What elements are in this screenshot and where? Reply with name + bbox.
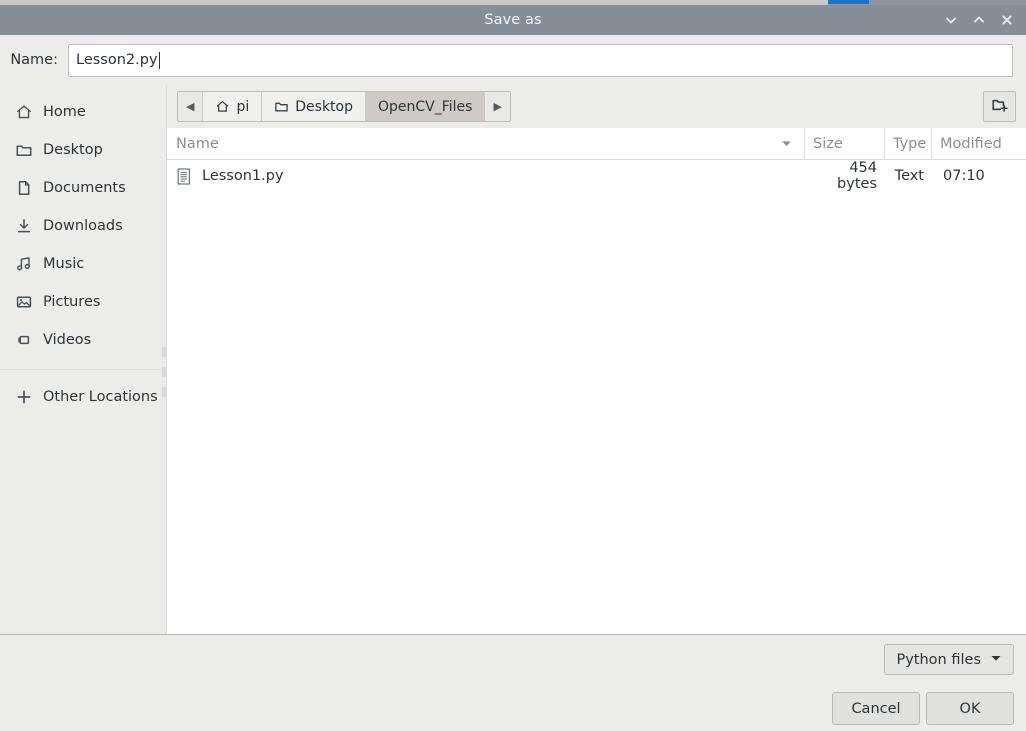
column-header-size[interactable]: Size <box>805 128 885 159</box>
file-modified-cell: 07:10 <box>943 168 985 184</box>
filename-input[interactable]: Lesson2.py <box>68 43 1013 77</box>
filter-row: Python files <box>884 644 1014 675</box>
sidebar-item-label: Other Locations <box>43 389 158 405</box>
breadcrumb: ◀ pi Desktop OpenCV_Files ▶ <box>177 91 511 122</box>
picture-icon <box>14 293 33 312</box>
sidebar-item-desktop[interactable]: Desktop <box>0 131 166 169</box>
filename-input-value: Lesson2.py <box>76 51 158 68</box>
close-button[interactable] <box>994 7 1020 33</box>
minimize-button[interactable] <box>938 7 964 33</box>
video-icon <box>14 331 33 350</box>
dialog-body: Home Desktop Documents Downloads Music P… <box>0 85 1026 634</box>
column-header-label: Type <box>893 135 927 152</box>
create-folder-icon <box>991 96 1009 118</box>
cancel-button[interactable]: Cancel <box>832 692 920 725</box>
file-list: Lesson1.py 454 bytes Text 07:10 <box>167 160 1026 634</box>
column-header-modified[interactable]: Modified <box>932 128 1026 159</box>
sidebar-item-label: Desktop <box>43 142 103 158</box>
sidebar-item-videos[interactable]: Videos <box>0 321 166 359</box>
breadcrumb-label: OpenCV_Files <box>378 98 473 115</box>
places-sidebar: Home Desktop Documents Downloads Music P… <box>0 85 167 634</box>
breadcrumb-label: pi <box>236 98 250 115</box>
file-list-header: Name Size Type Modified <box>167 128 1026 160</box>
file-type-cell: Text <box>894 168 924 184</box>
file-filter-label: Python files <box>896 651 981 668</box>
filename-row: Name: Lesson2.py <box>0 35 1026 85</box>
column-header-name[interactable]: Name <box>167 128 805 159</box>
column-header-label: Name <box>176 135 219 152</box>
plus-icon <box>14 388 33 407</box>
chevron-down-icon <box>990 652 1002 668</box>
window-title: Save as <box>484 12 542 28</box>
file-name-cell: Lesson1.py <box>167 167 805 185</box>
sidebar-item-label: Videos <box>43 332 92 348</box>
column-header-label: Size <box>813 135 843 152</box>
pathbar-back-button[interactable]: ◀ <box>178 92 204 121</box>
home-icon <box>14 103 33 122</box>
breadcrumb-item-desktop[interactable]: Desktop <box>262 92 366 121</box>
dialog-footer: Python files Cancel OK <box>0 634 1026 731</box>
table-row[interactable]: Lesson1.py 454 bytes Text 07:10 <box>167 160 1026 192</box>
sort-descending-icon <box>780 137 796 150</box>
sidebar-separator <box>0 369 166 370</box>
sidebar-item-downloads[interactable]: Downloads <box>0 207 166 245</box>
column-header-type[interactable]: Type <box>885 128 932 159</box>
file-size-cell: 454 bytes <box>837 160 877 192</box>
document-icon <box>14 179 33 198</box>
home-icon <box>215 99 230 114</box>
pathbar-row: ◀ pi Desktop OpenCV_Files ▶ <box>167 85 1026 128</box>
background-tab-accent <box>828 0 869 4</box>
file-filter-dropdown[interactable]: Python files <box>884 644 1014 675</box>
save-as-dialog: Save as Name: Lesson2.py Home Desktop Do… <box>0 0 1026 731</box>
pathbar-forward-button[interactable]: ▶ <box>485 92 510 121</box>
sidebar-item-label: Documents <box>43 180 126 196</box>
music-icon <box>14 255 33 274</box>
filename-label: Name: <box>10 52 58 68</box>
sidebar-item-pictures[interactable]: Pictures <box>0 283 166 321</box>
titlebar: Save as <box>0 5 1026 35</box>
folder-icon <box>14 141 33 160</box>
window-controls <box>938 5 1020 35</box>
action-buttons: Cancel OK <box>832 692 1014 725</box>
sidebar-item-music[interactable]: Music <box>0 245 166 283</box>
download-icon <box>14 217 33 236</box>
sidebar-scrollbar[interactable] <box>162 85 166 634</box>
sidebar-item-label: Music <box>43 256 85 272</box>
sidebar-item-label: Home <box>43 104 86 120</box>
create-folder-button[interactable] <box>983 91 1016 122</box>
text-file-icon <box>176 167 192 185</box>
column-header-label: Modified <box>940 135 1002 152</box>
breadcrumb-label: Desktop <box>295 98 353 115</box>
back-arrow-icon: ◀ <box>186 100 195 113</box>
breadcrumb-item-opencv-files[interactable]: OpenCV_Files <box>366 92 486 121</box>
file-browser: ◀ pi Desktop OpenCV_Files ▶ Name Size Ty… <box>167 85 1026 634</box>
forward-arrow-icon: ▶ <box>493 100 502 113</box>
sidebar-item-label: Pictures <box>43 294 101 310</box>
sidebar-item-documents[interactable]: Documents <box>0 169 166 207</box>
sidebar-item-other-locations[interactable]: Other Locations <box>0 378 166 416</box>
sidebar-item-home[interactable]: Home <box>0 93 166 131</box>
file-name-label: Lesson1.py <box>202 168 284 184</box>
folder-icon <box>274 99 289 114</box>
sidebar-item-label: Downloads <box>43 218 123 234</box>
breadcrumb-item-pi[interactable]: pi <box>203 92 263 121</box>
ok-button[interactable]: OK <box>926 692 1014 725</box>
maximize-button[interactable] <box>966 7 992 33</box>
text-caret <box>158 51 160 69</box>
